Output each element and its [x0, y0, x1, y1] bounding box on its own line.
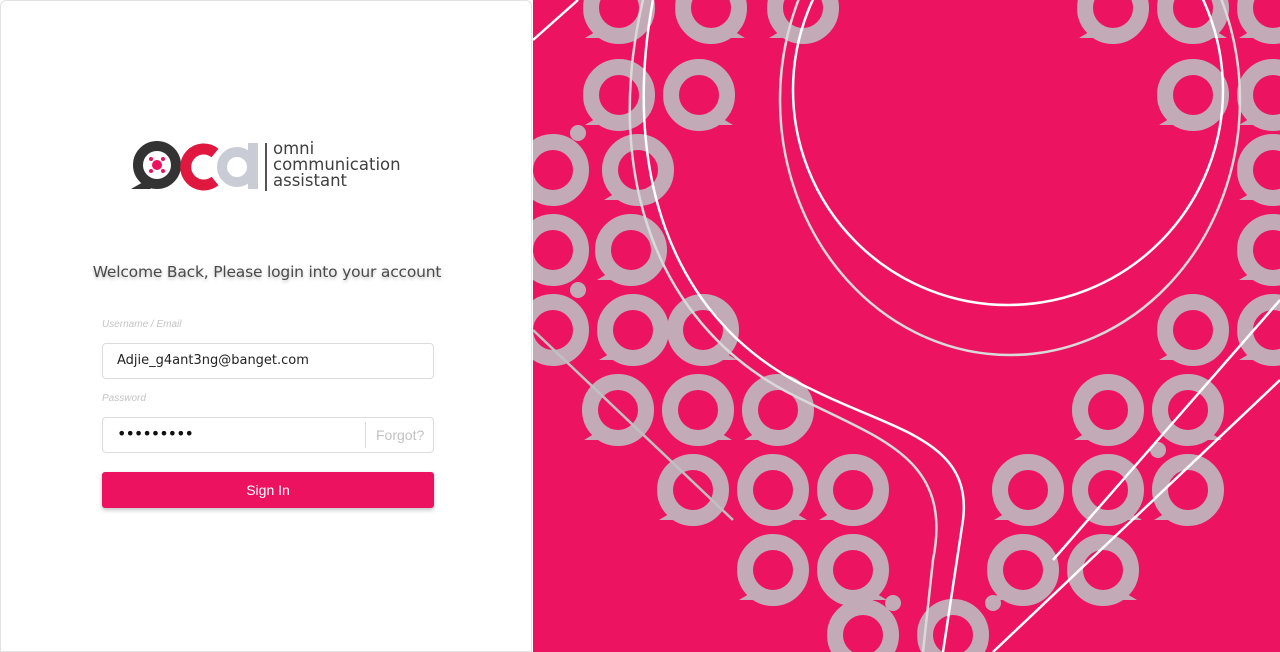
forgot-password-link[interactable]: Forgot? — [376, 427, 424, 443]
welcome-heading: Welcome Back, Please login into your acc… — [92, 263, 442, 281]
hero-background — [533, 0, 1280, 652]
password-value: ••••••••• — [117, 424, 194, 443]
username-label: Username / Email — [102, 319, 182, 330]
hero-pattern-icon — [533, 0, 1280, 652]
logo-wordmark: omni communication assistant — [273, 140, 401, 190]
logo-divider — [265, 143, 267, 191]
password-field[interactable]: ••••••••• Forgot? — [102, 417, 434, 453]
logo-line-assistant: assistant — [273, 171, 347, 190]
oca-logo-mark-icon — [131, 141, 258, 191]
sign-in-button[interactable]: Sign In — [102, 472, 434, 508]
forgot-divider — [365, 422, 366, 448]
username-value: Adjie_g4ant3ng@banget.com — [117, 353, 309, 368]
username-field[interactable]: Adjie_g4ant3ng@banget.com — [102, 343, 434, 379]
login-page: omni communication assistant Welcome Bac… — [0, 0, 1280, 652]
oca-logo: omni communication assistant — [127, 139, 409, 195]
login-panel: omni communication assistant Welcome Bac… — [0, 0, 532, 652]
password-label: Password — [102, 393, 146, 404]
